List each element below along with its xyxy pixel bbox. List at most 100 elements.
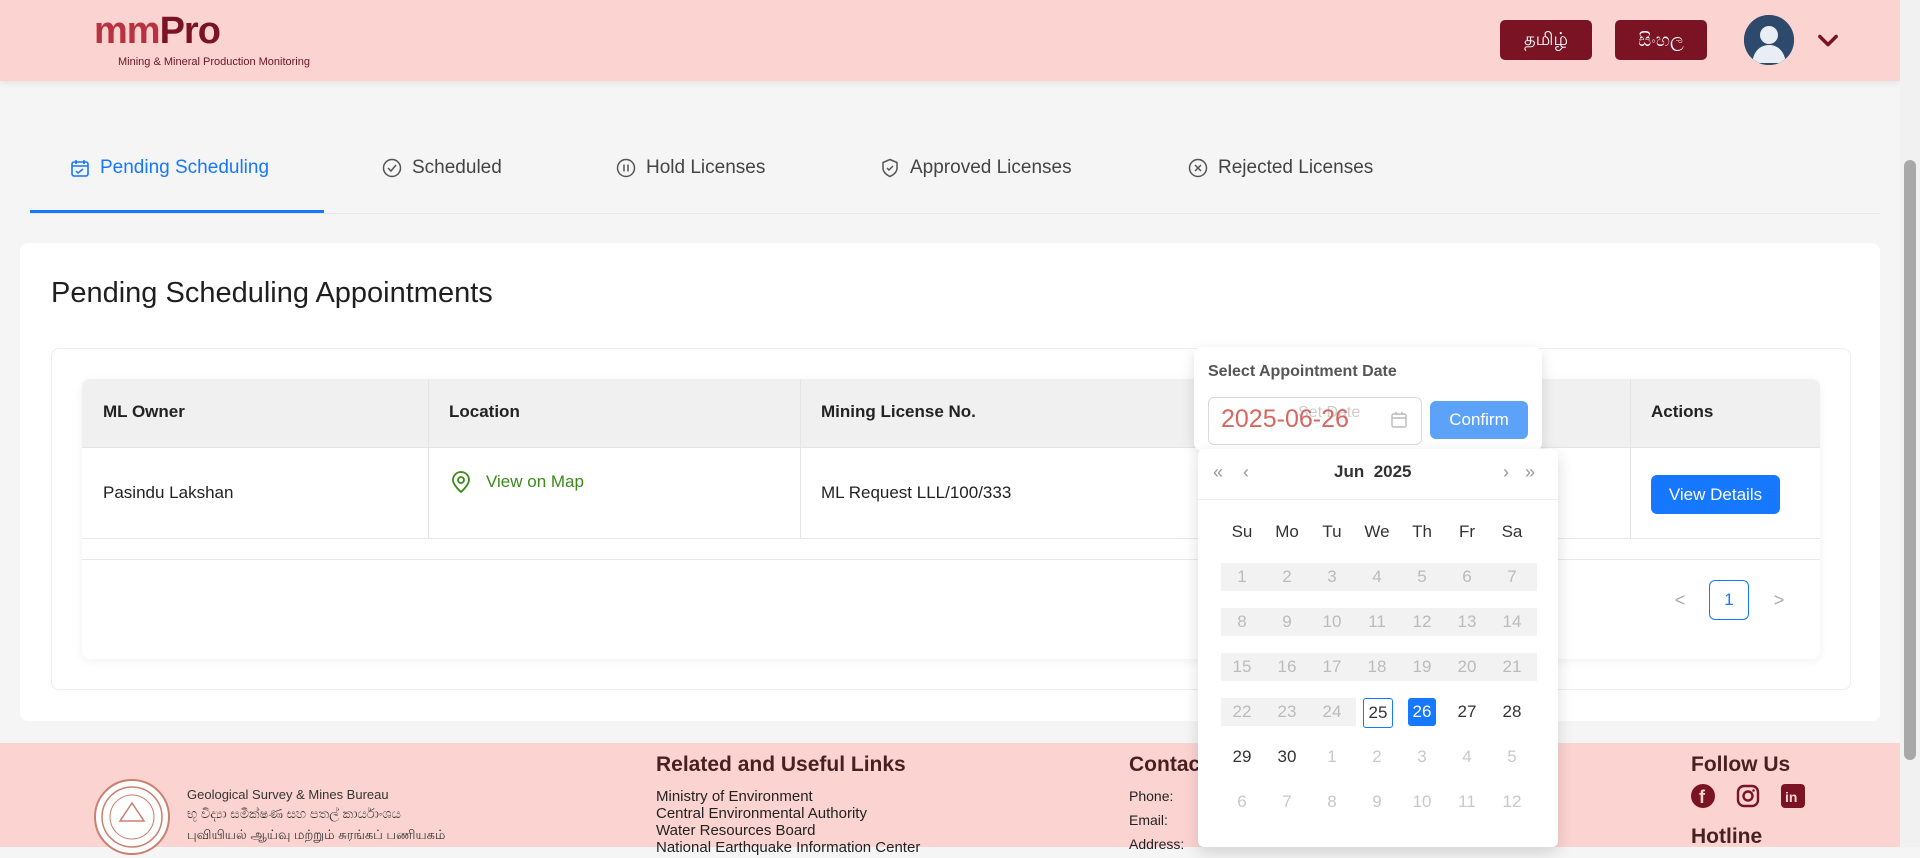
footer-link[interactable]: Ministry of Environment (656, 788, 813, 805)
weekday-label: We (1364, 522, 1390, 541)
pagination-next-button[interactable]: > (1769, 590, 1789, 610)
calendar-day: 19 (1412, 657, 1432, 676)
footer-link[interactable]: Central Environmental Authority (656, 805, 867, 822)
scrollbar-thumb[interactable] (1904, 160, 1916, 760)
tab-pending-scheduling[interactable]: Pending Scheduling (70, 152, 269, 184)
column-header-license[interactable]: Mining License No. (821, 402, 976, 422)
calendar-day: 7 (1282, 792, 1292, 811)
contact-email-label: Email: (1129, 812, 1168, 828)
column-divider (800, 379, 801, 539)
column-divider (428, 379, 429, 539)
weekday-label: Tu (1322, 522, 1342, 541)
chevron-down-icon[interactable] (1814, 26, 1842, 54)
calendar-day: 24 (1322, 702, 1342, 721)
row-divider (82, 538, 1820, 539)
footer-org-tamil: புவியியல் ஆய்வு மற்றும் சுரங்கப் பணியகம் (187, 827, 446, 842)
calendar-day[interactable]: 30 (1267, 743, 1307, 771)
calendar-icon[interactable] (1390, 411, 1408, 429)
calendar-day: 5 (1507, 747, 1517, 766)
footer-hotline-title: Hotline (1691, 825, 1763, 848)
calendar-day: 6 (1237, 792, 1247, 811)
calendar-day: 11 (1368, 612, 1386, 631)
calendar-day: 8 (1327, 792, 1337, 811)
calendar-day: 4 (1372, 567, 1382, 586)
logo-subtitle: Mining & Mineral Production Monitoring (118, 56, 310, 68)
page-title: Pending Scheduling Appointments (51, 277, 493, 309)
check-circle-icon (382, 158, 402, 178)
tab-hold-licenses[interactable]: Hold Licenses (616, 152, 765, 184)
calendar-day: 3 (1327, 567, 1337, 586)
tab-label: Hold Licenses (646, 157, 766, 178)
column-header-actions[interactable]: Actions (1651, 402, 1713, 422)
calendar-month[interactable]: Jun (1334, 462, 1364, 481)
calendar-day: 1 (1327, 747, 1337, 766)
app-logo[interactable]: mmPro (94, 10, 221, 53)
calendar-day: 17 (1322, 657, 1342, 676)
sinhala-language-button[interactable]: සිංහල (1615, 20, 1707, 60)
calendar-day: 9 (1372, 792, 1382, 811)
prev-month-button[interactable]: ‹ (1243, 462, 1249, 483)
calendar-day: 2 (1372, 747, 1382, 766)
footer-contact-title: Contact (1129, 753, 1208, 776)
pagination-page-1[interactable]: 1 (1709, 580, 1749, 620)
column-divider (1630, 379, 1631, 539)
contact-phone-label: Phone: (1129, 788, 1174, 804)
instagram-icon[interactable] (1736, 784, 1760, 808)
calendar-day: 12 (1412, 612, 1432, 631)
calendar-day: 18 (1367, 657, 1387, 676)
calendar-icon (71, 160, 89, 177)
calendar-day: 11 (1458, 792, 1476, 811)
calendar-day: 9 (1282, 612, 1292, 631)
calendar-day: 5 (1417, 567, 1427, 586)
weekday-label: Mo (1275, 522, 1299, 541)
next-month-button[interactable]: › (1503, 462, 1509, 483)
calendar-day: 10 (1322, 612, 1342, 631)
view-on-map-link[interactable]: View on Map (450, 470, 584, 494)
calendar-day: 7 (1507, 567, 1517, 586)
view-details-button[interactable]: View Details (1651, 475, 1780, 514)
confirm-button[interactable]: Confirm (1430, 401, 1528, 439)
calendar-day[interactable]: 29 (1222, 743, 1262, 771)
calendar-day[interactable]: 26 (1408, 698, 1436, 726)
calendar-day[interactable]: 25 (1363, 698, 1393, 728)
calendar-day: 4 (1462, 747, 1472, 766)
map-link-label: View on Map (486, 472, 584, 491)
column-header-ml-owner[interactable]: ML Owner (103, 402, 185, 422)
tab-rejected-licenses[interactable]: Rejected Licenses (1188, 152, 1373, 184)
calendar-day[interactable]: 28 (1492, 698, 1532, 726)
linkedin-icon[interactable]: in (1781, 784, 1805, 808)
active-tab-indicator (30, 210, 324, 213)
weekday-label: Sa (1501, 522, 1523, 541)
footer-link[interactable]: National Earthquake Information Center (656, 839, 920, 856)
prev-year-button[interactable]: « (1213, 462, 1223, 483)
facebook-icon[interactable]: f (1691, 784, 1715, 808)
calendar-day: 8 (1237, 612, 1247, 631)
next-year-button[interactable]: » (1525, 462, 1535, 483)
gsmb-seal-logo (94, 779, 170, 855)
tamil-language-button[interactable]: தமிழ் (1500, 20, 1592, 60)
column-header-location[interactable]: Location (449, 402, 520, 422)
calendar-day: 15 (1232, 657, 1252, 676)
calendar-day[interactable]: 27 (1447, 698, 1487, 726)
tab-approved-licenses[interactable]: Approved Licenses (880, 152, 1072, 184)
footer-follow-title: Follow Us (1691, 753, 1791, 776)
tab-label: Scheduled (412, 157, 502, 178)
footer-org-sinhala: භූ විද්‍යා සමීක්ෂණ සහ පතල් කාර්යාංශය (187, 806, 401, 821)
contact-address-label: Address: (1129, 836, 1185, 852)
calendar-day: 13 (1457, 612, 1477, 631)
close-circle-icon (1188, 158, 1208, 178)
weekday-label: Su (1231, 522, 1253, 541)
user-avatar[interactable] (1744, 15, 1794, 65)
calendar-day: 20 (1457, 657, 1477, 676)
weekday-label: Th (1412, 522, 1432, 541)
calendar-day: 2 (1282, 567, 1292, 586)
footer-link[interactable]: Water Resources Board (656, 822, 816, 839)
calendar-day: 3 (1417, 747, 1427, 766)
calendar-year[interactable]: 2025 (1374, 462, 1412, 481)
calendar-day: 6 (1462, 567, 1472, 586)
calendar-day: 16 (1277, 657, 1297, 676)
pagination-prev-button[interactable]: < (1670, 590, 1690, 610)
weekday-label: Fr (1458, 522, 1476, 541)
calendar-day: 1 (1237, 567, 1247, 586)
tab-scheduled[interactable]: Scheduled (382, 152, 502, 184)
